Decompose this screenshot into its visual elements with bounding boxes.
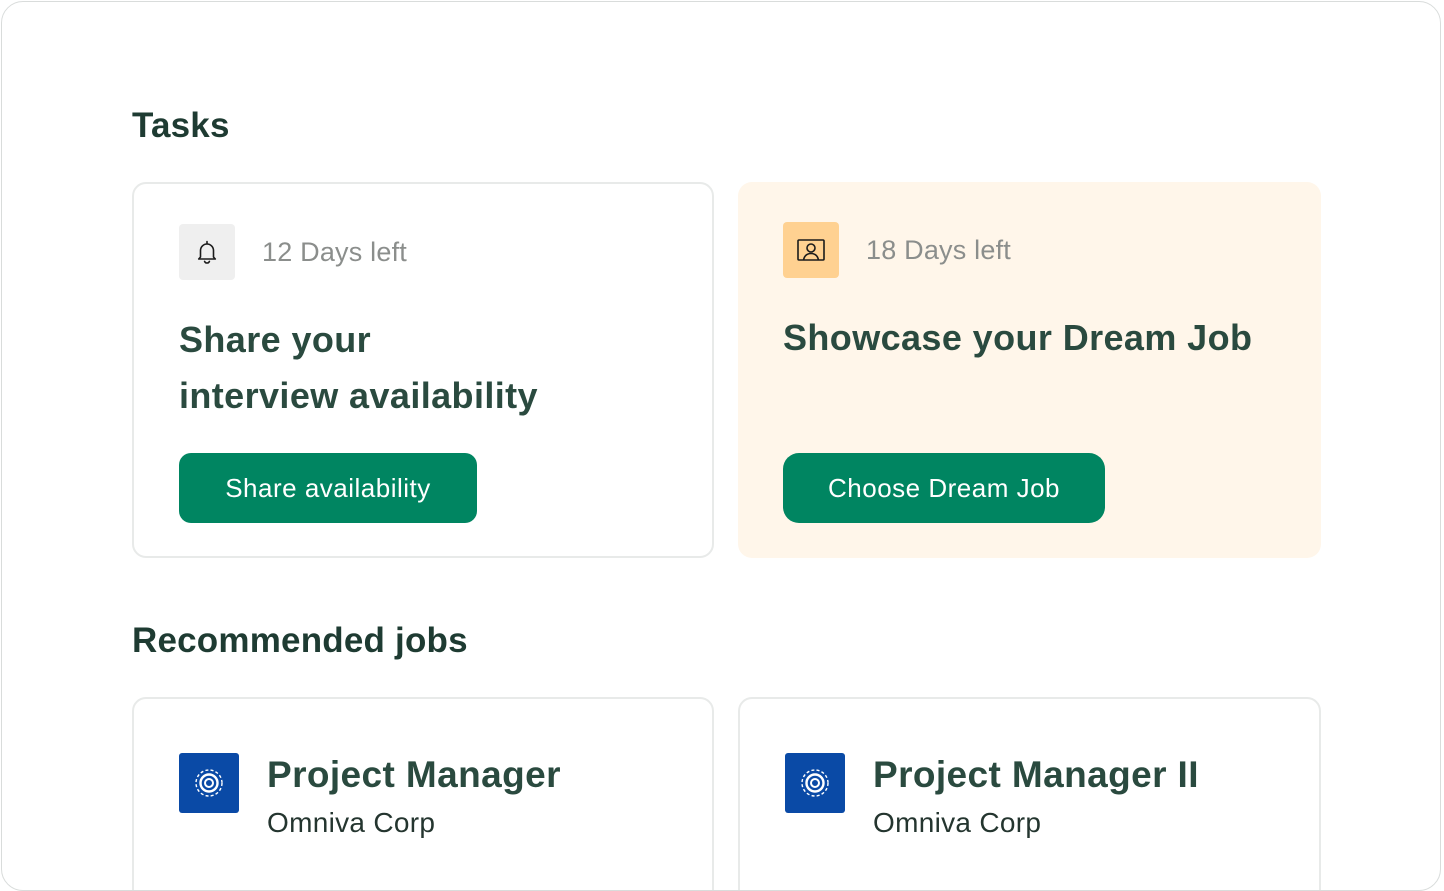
bell-icon (179, 224, 235, 280)
company-logo-icon (785, 753, 845, 813)
days-left-label: 12 Days left (262, 237, 407, 267)
company-name: Omniva Corp (267, 807, 436, 838)
company-logo-icon (179, 753, 239, 813)
task-title-line: interview availability (179, 375, 538, 416)
company-name: Omniva Corp (873, 807, 1042, 838)
portrait-icon (783, 222, 839, 278)
days-left-label: 18 Days left (866, 235, 1011, 265)
task-card-dream-job: 18 Days left Showcase your Dream Job Cho… (738, 182, 1321, 558)
task-title-line: Share your (179, 319, 372, 360)
tasks-heading: Tasks (132, 106, 230, 145)
task-card-share-availability: 12 Days left Share your interview availa… (132, 182, 714, 558)
job-title: Project Manager II (873, 754, 1199, 795)
job-card[interactable]: Project Manager Omniva Corp (132, 697, 714, 890)
share-availability-button[interactable]: Share availability (179, 453, 477, 523)
task-title: Showcase your Dream Job (783, 317, 1253, 358)
choose-dream-job-button[interactable]: Choose Dream Job (783, 453, 1105, 523)
dashboard-panel: Tasks 12 Days left Share your interview … (1, 1, 1441, 891)
recommended-jobs-heading: Recommended jobs (132, 621, 468, 660)
task-title: Share your interview availability (179, 312, 679, 424)
job-card[interactable]: Project Manager II Omniva Corp (738, 697, 1321, 890)
job-title: Project Manager (267, 754, 561, 795)
